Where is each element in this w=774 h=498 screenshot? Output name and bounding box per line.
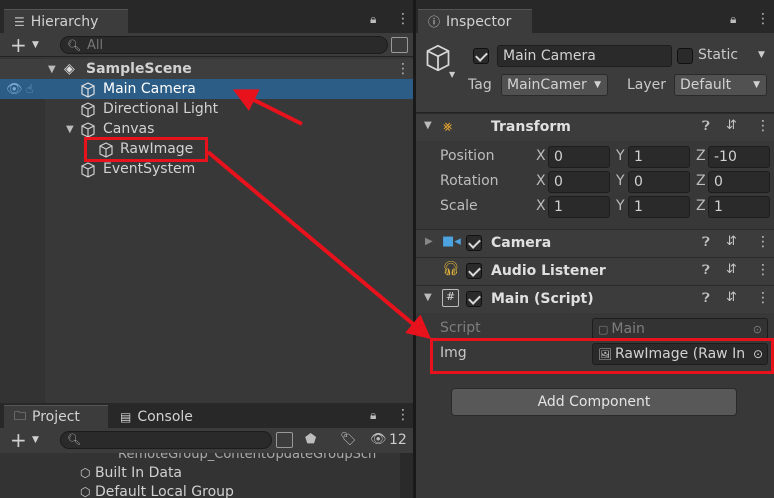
arrow-to-img-field	[206, 150, 432, 340]
annotation-arrows	[206, 89, 432, 340]
arrow-to-main-camera	[232, 89, 303, 126]
